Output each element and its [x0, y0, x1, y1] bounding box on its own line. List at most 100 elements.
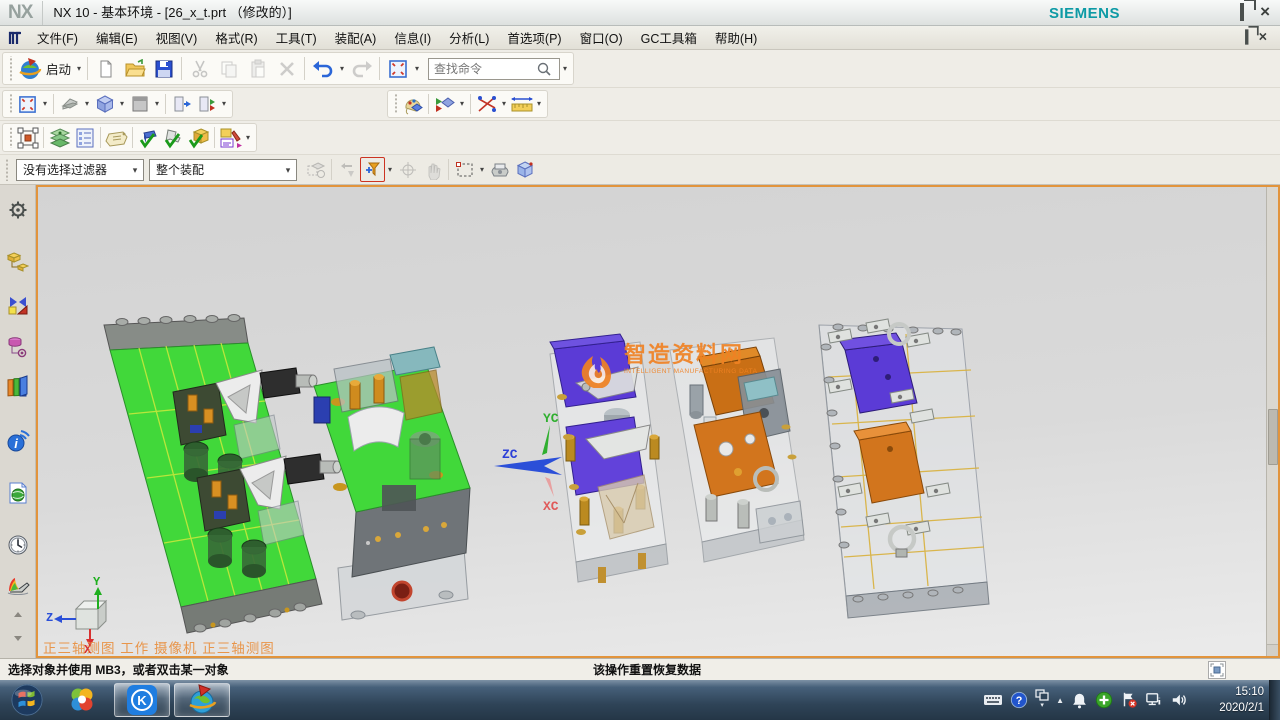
show-hide-icon[interactable] [169, 92, 194, 117]
rectangle-select-caret-icon[interactable]: ▾ [477, 165, 487, 175]
move-component-icon[interactable] [15, 125, 40, 150]
layer-settings-icon[interactable] [47, 125, 72, 150]
check-clearance-icon[interactable] [136, 125, 161, 150]
touch-mode-icon[interactable] [383, 54, 412, 83]
action-center-flag-icon[interactable] [1120, 691, 1138, 709]
close-icon[interactable]: × [1260, 4, 1270, 20]
assembly-navigator-icon[interactable] [5, 249, 31, 275]
constraint-navigator-icon[interactable] [5, 292, 31, 318]
measure-icon[interactable] [509, 92, 534, 117]
touch-mode-caret-icon[interactable]: ▾ [412, 64, 422, 74]
fixture-1-green-plate[interactable] [104, 315, 341, 634]
selection-filter-dropdown[interactable]: 没有选择过滤器 ▾ [16, 159, 144, 181]
undo-caret-icon[interactable]: ▾ [337, 64, 347, 74]
menu-analysis[interactable]: 分析(L) [440, 26, 498, 49]
new-file-icon[interactable] [91, 54, 120, 83]
fit-view-caret-icon[interactable]: ▾ [40, 99, 50, 109]
menu-file[interactable]: 文件(F) [28, 26, 87, 49]
save-icon[interactable] [149, 54, 178, 83]
child-close-icon[interactable]: × [1259, 30, 1267, 44]
fixture-5-clamp-plate[interactable] [819, 319, 989, 618]
graphics-window[interactable]: 智造资料网 INTELLIGENT MANUFACTURING DATA ZC … [36, 185, 1280, 658]
animation-caret-icon[interactable]: ▾ [457, 99, 467, 109]
scroll-down-icon[interactable] [5, 633, 31, 643]
security-shield-icon[interactable] [1095, 691, 1113, 709]
animation-icon[interactable] [432, 92, 457, 117]
isometric-view-icon[interactable] [92, 92, 117, 117]
fit-view-icon[interactable] [15, 92, 40, 117]
web-page-icon[interactable] [5, 480, 31, 506]
internet-browser-icon[interactable]: i [5, 428, 31, 454]
shaded-display-icon[interactable] [127, 92, 152, 117]
undo-icon[interactable] [308, 54, 337, 83]
part-navigator-icon[interactable] [5, 334, 31, 360]
notification-bell-icon[interactable] [1071, 692, 1088, 709]
vertical-scrollbar-thumb[interactable] [1268, 409, 1278, 465]
menu-preferences[interactable]: 首选项(P) [498, 26, 570, 49]
child-restore-icon[interactable] [1245, 31, 1248, 43]
selection-scope-dropdown[interactable]: 整个装配 ▾ [149, 159, 297, 181]
network-icon[interactable] [1145, 692, 1163, 708]
search-caret-icon[interactable]: ▾ [560, 64, 570, 74]
roles-gear-icon[interactable] [5, 197, 31, 223]
start-globe-icon[interactable] [15, 54, 44, 83]
restore-icon[interactable] [1240, 5, 1244, 19]
isometric-view-caret-icon[interactable]: ▾ [117, 99, 127, 109]
menu-help[interactable]: 帮助(H) [706, 26, 766, 49]
toolbar-grip[interactable] [4, 158, 9, 181]
start-orb-button[interactable] [4, 683, 50, 717]
scroll-up-icon[interactable] [5, 609, 31, 619]
menu-format[interactable]: 格式(R) [206, 26, 266, 49]
visualization-icon[interactable] [400, 92, 425, 117]
shaded-display-caret-icon[interactable]: ▾ [152, 99, 162, 109]
taskbar-clock[interactable]: 15:10 2020/2/1 [1219, 684, 1264, 716]
constraints-caret-icon[interactable]: ▾ [499, 99, 509, 109]
snap-point-icon[interactable] [487, 157, 512, 182]
annotation-caret-icon[interactable]: ▾ [243, 133, 253, 143]
menu-assembly[interactable]: 装配(A) [326, 26, 386, 49]
history-clock-icon[interactable] [5, 532, 31, 558]
rectangle-select-icon[interactable] [452, 157, 477, 182]
note-tag-icon[interactable] [104, 125, 129, 150]
vertical-scrollbar[interactable] [1266, 187, 1278, 656]
menu-gc-toolbox[interactable]: GC工具箱 [632, 26, 706, 49]
clip-region-icon[interactable] [1208, 661, 1226, 679]
work-section-cube-icon[interactable] [512, 157, 537, 182]
constraints-icon[interactable] [474, 92, 499, 117]
immersive-show-hide-icon[interactable] [194, 92, 219, 117]
annotation-edit-icon[interactable] [218, 125, 243, 150]
process-studio-icon[interactable] [5, 573, 31, 599]
command-search-input[interactable] [434, 62, 536, 76]
menu-tools[interactable]: 工具(T) [267, 26, 326, 49]
start-caret-icon[interactable]: ▾ [74, 64, 84, 74]
toolbar-grip[interactable] [8, 94, 13, 115]
toolbar-grip[interactable] [393, 94, 398, 115]
detail-list-icon[interactable] [72, 125, 97, 150]
toolbar-grip[interactable] [8, 127, 13, 149]
toolbar-grip[interactable] [8, 56, 13, 81]
language-bar-icon[interactable]: ▾ [1035, 689, 1049, 711]
menu-information[interactable]: 信息(I) [385, 26, 440, 49]
language-caret-icon[interactable]: ▾ [1037, 701, 1047, 711]
help-icon[interactable]: ? [1010, 691, 1028, 709]
command-search-box[interactable] [428, 58, 560, 80]
fixture-3-purple-station[interactable] [550, 334, 668, 583]
app-k-button[interactable]: K [114, 683, 170, 717]
orient-view-icon[interactable] [57, 92, 82, 117]
check-model-icon[interactable] [186, 125, 211, 150]
menu-window[interactable]: 窗口(O) [571, 26, 632, 49]
orient-view-caret-icon[interactable]: ▾ [82, 99, 92, 109]
tray-expand-icon[interactable]: ▲ [1056, 696, 1064, 705]
highlight-filter-icon[interactable] [360, 157, 385, 182]
open-folder-icon[interactable] [120, 54, 149, 83]
app-browser-icon[interactable] [54, 683, 110, 717]
show-desktop-button[interactable] [1269, 680, 1280, 720]
highlight-filter-caret-icon[interactable]: ▾ [385, 165, 395, 175]
check-analysis-icon[interactable] [161, 125, 186, 150]
menu-edit[interactable]: 编辑(E) [87, 26, 147, 49]
measure-caret-icon[interactable]: ▾ [534, 99, 544, 109]
fixture-2-block-station[interactable] [314, 347, 470, 620]
start-button[interactable]: 启动 [46, 59, 71, 78]
volume-icon[interactable] [1170, 692, 1188, 708]
reuse-library-icon[interactable] [5, 374, 31, 400]
